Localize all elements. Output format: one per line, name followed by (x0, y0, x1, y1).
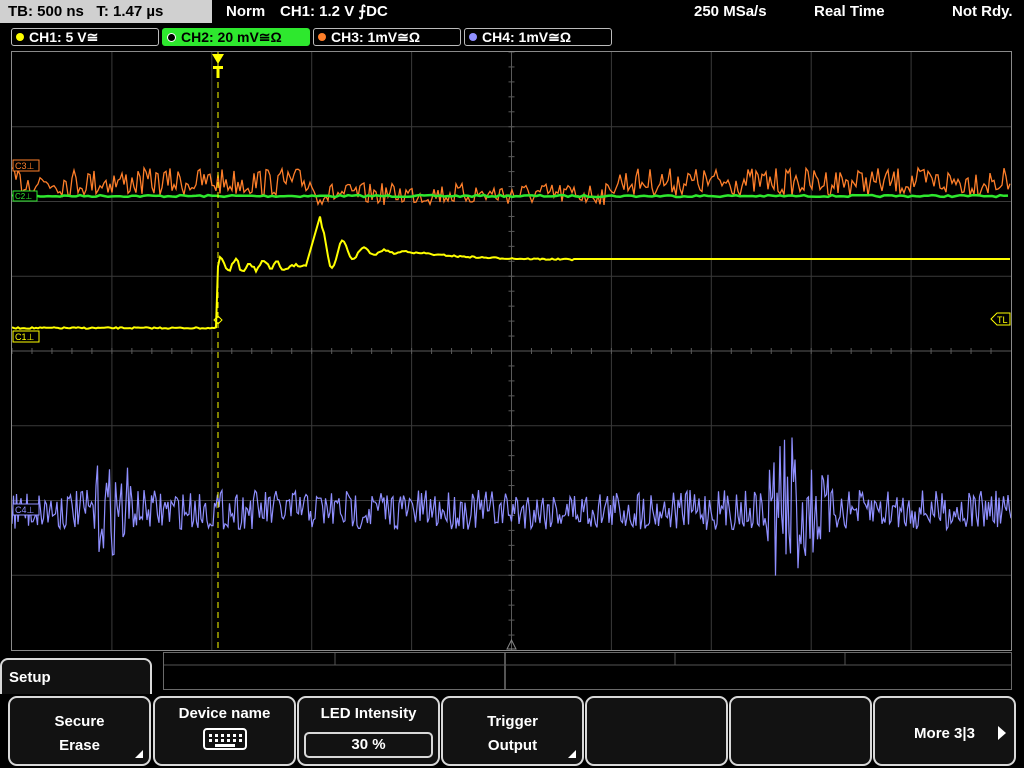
ch1-label: CH1: 5 V≅ (29, 29, 99, 45)
timebase-value: TB: 500 ns (8, 3, 84, 20)
more-button[interactable]: More 3|3 (873, 696, 1016, 766)
submenu-corner-icon (135, 750, 143, 758)
c3-marker-label: C3⊥ (15, 161, 35, 171)
trigger-time-value: T: 1.47 µs (96, 3, 164, 20)
c1-marker: C1⊥ (12, 330, 40, 343)
trigger-output-line2: Output (487, 737, 538, 754)
device-name-button[interactable]: Device name (153, 696, 296, 766)
ch1-color-dot-icon (16, 33, 24, 42)
trigger-level-label: TL (997, 315, 1008, 325)
secure-erase-line1: Secure (54, 713, 105, 730)
sample-rate: 250 MSa/s (694, 3, 767, 20)
timebase-readout[interactable]: TB: 500 ns T: 1.47 µs (0, 0, 212, 23)
menu-title-setup: Setup (0, 658, 152, 694)
channel-tab-ch3[interactable]: CH3: 1mV≅Ω (313, 28, 461, 46)
ch2-color-dot-icon (167, 32, 176, 42)
more-label: More 3|3 (914, 725, 975, 742)
c1-marker-label: C1⊥ (15, 332, 35, 342)
trigger-mode[interactable]: Norm (226, 2, 265, 22)
keyboard-icon (202, 728, 247, 750)
secure-erase-button[interactable]: Secure Erase (8, 696, 151, 766)
trigger-output-button[interactable]: Trigger Output (441, 696, 584, 766)
led-intensity-button[interactable]: LED Intensity 30 % (297, 696, 440, 766)
device-name-label: Device name (178, 705, 271, 722)
waveform-display[interactable]: C3⊥ C2⊥ C1⊥ C4⊥ TL (11, 51, 1012, 651)
channel-tab-ch4[interactable]: CH4: 1mV≅Ω (464, 28, 612, 46)
ch4-color-dot-icon (469, 33, 477, 42)
trigger-status: Not Rdy. (952, 3, 1013, 20)
status-bar: TB: 500 ns T: 1.47 µs Norm CH1: 1.2 V ⨍D… (0, 0, 1024, 24)
ch4-label: CH4: 1mV≅Ω (482, 29, 572, 45)
trigger-marker-icon (212, 54, 224, 78)
c4-marker-label: C4⊥ (15, 505, 35, 515)
empty-softkey-6[interactable] (729, 696, 872, 766)
c2-marker: C2⊥ (12, 190, 38, 202)
ch2-label: CH2: 20 mV≅Ω (181, 29, 282, 45)
empty-softkey-5[interactable] (585, 696, 728, 766)
acquisition-mode: Real Time (814, 3, 885, 20)
channel-tab-ch2[interactable]: CH2: 20 mV≅Ω (162, 28, 310, 46)
ch3-label: CH3: 1mV≅Ω (331, 29, 421, 45)
c3-marker: C3⊥ (12, 159, 40, 172)
c2-marker-label: C2⊥ (15, 192, 32, 201)
trigger-output-line1: Trigger (487, 713, 538, 730)
secure-erase-line2: Erase (59, 737, 100, 754)
ch3-color-dot-icon (318, 33, 326, 42)
arrow-right-icon (998, 726, 1006, 740)
submenu-corner-icon (568, 750, 576, 758)
ch2-waveform (12, 193, 1009, 199)
channel-tab-ch1[interactable]: CH1: 5 V≅ (11, 28, 159, 46)
c4-marker: C4⊥ (12, 503, 40, 516)
trigger-level-marker: TL (990, 312, 1011, 326)
led-intensity-value[interactable]: 30 % (304, 732, 433, 758)
zoom-strip (163, 652, 1012, 690)
waveform-canvas: C3⊥ C2⊥ C1⊥ C4⊥ TL (12, 52, 1011, 650)
trigger-source-info[interactable]: CH1: 1.2 V ⨍DC (280, 2, 388, 22)
graticule-grid (12, 52, 1011, 650)
led-intensity-label: LED Intensity (320, 705, 417, 722)
